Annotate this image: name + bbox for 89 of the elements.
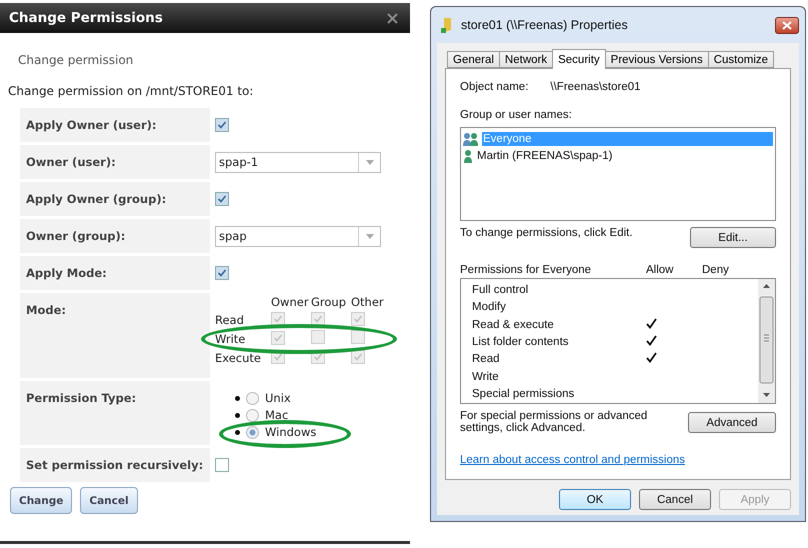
edit-button[interactable]: Edit...	[690, 227, 776, 248]
column-header: Group	[311, 295, 348, 309]
close-icon	[782, 20, 792, 30]
radio-button[interactable]	[246, 392, 259, 404]
checkbox[interactable]	[351, 330, 365, 344]
radio-label: Windows	[265, 425, 316, 439]
edit-hint: To change permissions, click Edit.	[460, 227, 633, 239]
permission-name: Special permissions	[472, 388, 576, 400]
check-icon	[217, 268, 227, 278]
permission-name: Read	[472, 353, 500, 366]
column-header: Other	[351, 295, 385, 309]
permission-row[interactable]: Special permissions	[472, 386, 758, 403]
tab[interactable]: Network	[498, 51, 554, 68]
bullet-icon	[235, 430, 240, 434]
permission-row[interactable]: List folder contents	[472, 333, 758, 351]
field-label: Mode:	[20, 293, 210, 378]
deny-header: Deny	[702, 264, 730, 276]
column-header: Owner	[271, 295, 310, 309]
object-name-value: \\Freenas\store01	[550, 81, 641, 93]
owner-select[interactable]: spap	[215, 226, 381, 246]
mode-label: Read	[215, 312, 245, 326]
check-icon	[217, 194, 227, 204]
allow-header: Allow	[646, 264, 674, 276]
field-label: Apply Mode:	[20, 256, 210, 290]
field-label: Set permission recursively:	[20, 448, 210, 482]
advanced-hint: For special permissions or advanced settings, click Advanced.	[460, 410, 648, 434]
checkbox[interactable]	[271, 331, 285, 345]
close-icon[interactable]	[387, 12, 398, 24]
dropdown-arrow-icon	[366, 160, 374, 164]
owner-select[interactable]: spap-1	[215, 152, 381, 172]
permission-row[interactable]: Read	[472, 350, 758, 368]
check-icon	[217, 120, 227, 130]
field-label: Apply Owner (group):	[20, 182, 210, 216]
permission-row[interactable]: Full control	[472, 281, 758, 298]
user-list-item[interactable]: Martin (FREENAS\spap-1)	[476, 148, 614, 162]
checkbox[interactable]	[215, 192, 229, 206]
field-label: Permission Type:	[20, 381, 210, 445]
bullet-icon	[235, 396, 240, 400]
dialog-button[interactable]: Cancel	[639, 489, 711, 510]
window-title: store01 (\\Freenas) Properties	[461, 18, 629, 32]
check-icon	[313, 314, 323, 324]
dialog-button[interactable]: OK	[559, 489, 631, 510]
checkbox[interactable]	[271, 312, 285, 326]
intro-text: Change permission on /mnt/STORE01 to:	[8, 84, 254, 98]
tab[interactable]: Customize	[708, 51, 774, 68]
checkbox[interactable]	[351, 350, 365, 364]
permission-name: Write	[472, 370, 500, 383]
checkbox[interactable]	[351, 312, 365, 326]
check-icon	[353, 314, 363, 324]
dialog-title: Change Permissions	[9, 10, 163, 26]
checkbox[interactable]	[215, 458, 229, 472]
check-icon	[313, 352, 323, 362]
tab[interactable]: Previous Versions	[604, 51, 709, 68]
check-icon	[353, 352, 363, 362]
close-button[interactable]	[775, 16, 799, 34]
section-heading: Change permission	[18, 53, 134, 67]
permission-row[interactable]: Modify	[472, 298, 758, 316]
field-label: Owner (user):	[20, 145, 210, 179]
permission-name: Full control	[472, 284, 530, 296]
permission-name: Modify	[472, 301, 507, 314]
change-button[interactable]: Change	[10, 487, 72, 514]
groups-label: Group or user names:	[460, 109, 573, 121]
checkbox[interactable]	[311, 330, 325, 344]
checkbox[interactable]	[215, 118, 229, 132]
permissions-title: Permissions for Everyone	[460, 264, 592, 276]
checkbox[interactable]	[311, 312, 325, 326]
bullet-icon	[235, 412, 240, 418]
cancel-button[interactable]: Cancel	[80, 487, 138, 514]
tab[interactable]: General	[447, 51, 500, 68]
checkbox[interactable]	[215, 266, 229, 280]
permission-row[interactable]: Write	[472, 368, 758, 386]
radio-button[interactable]	[246, 408, 259, 422]
radio-label: Mac	[265, 408, 288, 422]
mode-label: Execute	[215, 350, 262, 364]
permission-name: Read & execute	[472, 318, 555, 331]
permission-name: List folder contents	[472, 336, 570, 348]
dropdown-arrow-icon	[366, 234, 374, 238]
tab[interactable]: Security	[552, 49, 606, 69]
user-icon	[463, 148, 473, 162]
radio-button[interactable]	[246, 426, 259, 438]
permission-row[interactable]: Read & execute	[472, 316, 758, 334]
advanced-button[interactable]: Advanced	[688, 412, 776, 433]
object-name-label: Object name:	[460, 81, 528, 93]
radio-label: Unix	[265, 391, 291, 405]
field-label: Owner (group):	[20, 219, 210, 253]
help-link[interactable]: Learn about access control and permissions	[460, 454, 686, 466]
users-icon	[463, 132, 479, 146]
field-label: Apply Owner (user):	[20, 108, 210, 142]
scrollbar[interactable]	[758, 279, 775, 403]
